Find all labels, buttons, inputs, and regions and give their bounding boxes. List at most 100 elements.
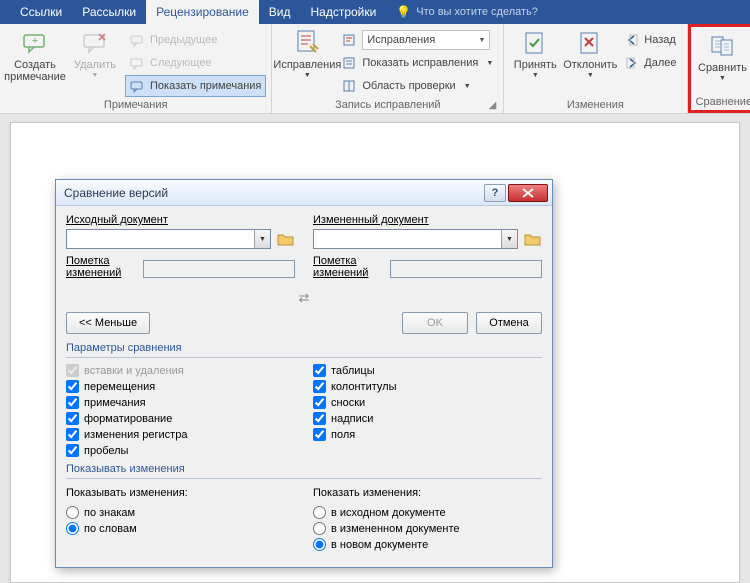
revised-doc-label: Измененный документ bbox=[313, 214, 429, 226]
show-comments-button[interactable]: Показать примечания bbox=[125, 75, 266, 97]
less-button[interactable]: << Меньше bbox=[66, 312, 150, 334]
markup-display-icon bbox=[342, 32, 358, 48]
next-comment-icon bbox=[130, 55, 146, 71]
revised-doc-input[interactable] bbox=[314, 230, 501, 248]
revised-mark-input[interactable] bbox=[390, 260, 542, 278]
tab-view[interactable]: Вид bbox=[259, 0, 301, 24]
next-comment-label: Следующее bbox=[150, 57, 212, 69]
group-comments-label: Примечания bbox=[5, 99, 266, 112]
new-comment-button[interactable]: + Создать примечание bbox=[5, 27, 65, 85]
track-changes-button[interactable]: Исправления ▼ bbox=[277, 27, 337, 82]
help-button[interactable]: ? bbox=[484, 184, 506, 202]
markup-display-dropdown[interactable]: Исправления ▼ bbox=[337, 29, 498, 51]
location-new[interactable]: в новом документе bbox=[313, 538, 542, 551]
prev-comment-label: Предыдущее bbox=[150, 34, 217, 46]
prev-change-icon bbox=[624, 32, 640, 48]
group-compare: Сравнить ▼ Сравнение bbox=[688, 24, 750, 113]
opt-moves[interactable]: перемещения bbox=[66, 380, 295, 393]
browse-revised-button[interactable] bbox=[524, 231, 542, 247]
document-area: Сравнение версий ? Исходный документ ▼ bbox=[0, 114, 750, 583]
location-title: Показать изменения: bbox=[313, 487, 542, 499]
reviewing-pane-label: Область проверки bbox=[362, 80, 455, 92]
tab-mailings[interactable]: Рассылки bbox=[72, 0, 146, 24]
browse-original-button[interactable] bbox=[277, 231, 295, 247]
reviewing-pane-button[interactable]: Область проверки ▼ bbox=[337, 75, 498, 97]
dialog-launcher-icon[interactable]: ◢ bbox=[489, 100, 497, 111]
opt-comments[interactable]: примечания bbox=[66, 396, 295, 409]
compare-dialog: Сравнение версий ? Исходный документ ▼ bbox=[55, 179, 553, 568]
next-change-icon bbox=[624, 55, 640, 71]
delete-comment-icon bbox=[81, 29, 109, 57]
compare-label: Сравнить bbox=[698, 62, 747, 74]
swap-button[interactable]: ⇄ bbox=[66, 290, 542, 306]
document-page: Сравнение версий ? Исходный документ ▼ bbox=[10, 122, 740, 583]
reviewing-pane-icon bbox=[342, 78, 358, 94]
dialog-title: Сравнение версий bbox=[64, 186, 482, 200]
prev-comment-icon bbox=[130, 32, 146, 48]
ribbon: + Создать примечание Удалить ▼ Предыдуще… bbox=[0, 24, 750, 114]
chevron-down-icon[interactable]: ▼ bbox=[254, 230, 270, 248]
opt-headers[interactable]: колонтитулы bbox=[313, 380, 542, 393]
opt-whitespace[interactable]: пробелы bbox=[66, 444, 295, 457]
original-doc-label: Исходный документ bbox=[66, 214, 168, 226]
original-mark-input[interactable] bbox=[143, 260, 295, 278]
granularity-title: Показывать изменения: bbox=[66, 487, 295, 499]
opt-case[interactable]: изменения регистра bbox=[66, 428, 295, 441]
chevron-down-icon: ▼ bbox=[532, 72, 539, 80]
tab-addins[interactable]: Надстройки bbox=[301, 0, 387, 24]
chevron-down-icon: ▼ bbox=[719, 75, 726, 83]
next-change-button[interactable]: Далее bbox=[619, 52, 681, 74]
group-comments: + Создать примечание Удалить ▼ Предыдуще… bbox=[0, 24, 272, 113]
new-comment-label: Создать примечание bbox=[4, 59, 66, 83]
location-original[interactable]: в исходном документе bbox=[313, 506, 542, 519]
group-changes-label: Изменения bbox=[509, 99, 681, 112]
tab-links[interactable]: Ссылки bbox=[10, 0, 72, 24]
cancel-button[interactable]: Отмена bbox=[476, 312, 542, 334]
tell-me[interactable]: 💡 Что вы хотите сделать? bbox=[386, 0, 538, 24]
chevron-down-icon[interactable]: ▼ bbox=[501, 230, 517, 248]
group-tracking: Исправления ▼ Исправления ▼ Показать исп… bbox=[272, 24, 504, 113]
show-changes-title: Показывать изменения bbox=[66, 463, 542, 475]
dialog-titlebar[interactable]: Сравнение версий ? bbox=[56, 180, 552, 206]
opt-fields[interactable]: поля bbox=[313, 428, 542, 441]
opt-formatting[interactable]: форматирование bbox=[66, 412, 295, 425]
prev-change-label: Назад bbox=[644, 34, 676, 46]
opt-footnotes[interactable]: сноски bbox=[313, 396, 542, 409]
track-changes-label: Исправления bbox=[273, 59, 341, 71]
original-mark-label: Пометка изменений bbox=[66, 255, 137, 279]
ok-button[interactable]: OK bbox=[402, 312, 468, 334]
chevron-down-icon: ▼ bbox=[304, 72, 311, 80]
markup-display-value: Исправления bbox=[367, 34, 435, 46]
chevron-down-icon: ▼ bbox=[478, 37, 485, 44]
group-changes: Принять ▼ Отклонить ▼ Назад Далее Измене… bbox=[504, 24, 687, 113]
new-comment-icon: + bbox=[21, 29, 49, 57]
next-comment-button[interactable]: Следующее bbox=[125, 52, 266, 74]
opt-tables[interactable]: таблицы bbox=[313, 364, 542, 377]
chevron-down-icon: ▼ bbox=[464, 83, 471, 90]
show-markup-button[interactable]: Показать исправления ▼ bbox=[337, 52, 498, 74]
original-doc-input[interactable] bbox=[67, 230, 254, 248]
chevron-down-icon: ▼ bbox=[486, 60, 493, 67]
compare-button[interactable]: Сравнить ▼ bbox=[696, 30, 750, 85]
delete-comment-button[interactable]: Удалить ▼ bbox=[65, 27, 125, 82]
granularity-char[interactable]: по знакам bbox=[66, 506, 295, 519]
show-markup-label: Показать исправления bbox=[362, 57, 478, 69]
prev-comment-button[interactable]: Предыдущее bbox=[125, 29, 266, 51]
delete-comment-label: Удалить bbox=[74, 59, 116, 71]
revised-mark-label: Пометка изменений bbox=[313, 255, 384, 279]
prev-change-button[interactable]: Назад bbox=[619, 29, 681, 51]
original-doc-combo[interactable]: ▼ bbox=[66, 229, 271, 249]
revised-doc-combo[interactable]: ▼ bbox=[313, 229, 518, 249]
accept-icon bbox=[521, 29, 549, 57]
granularity-word[interactable]: по словам bbox=[66, 522, 295, 535]
opt-textboxes[interactable]: надписи bbox=[313, 412, 542, 425]
location-revised[interactable]: в измененном документе bbox=[313, 522, 542, 535]
reject-icon bbox=[576, 29, 604, 57]
tab-review[interactable]: Рецензирование bbox=[146, 0, 259, 24]
reject-button[interactable]: Отклонить ▼ bbox=[561, 27, 619, 82]
opt-insertions[interactable]: вставки и удаления bbox=[66, 364, 295, 377]
compare-icon bbox=[709, 32, 737, 60]
accept-button[interactable]: Принять ▼ bbox=[509, 27, 561, 82]
close-button[interactable] bbox=[508, 184, 548, 202]
svg-text:+: + bbox=[32, 35, 38, 47]
